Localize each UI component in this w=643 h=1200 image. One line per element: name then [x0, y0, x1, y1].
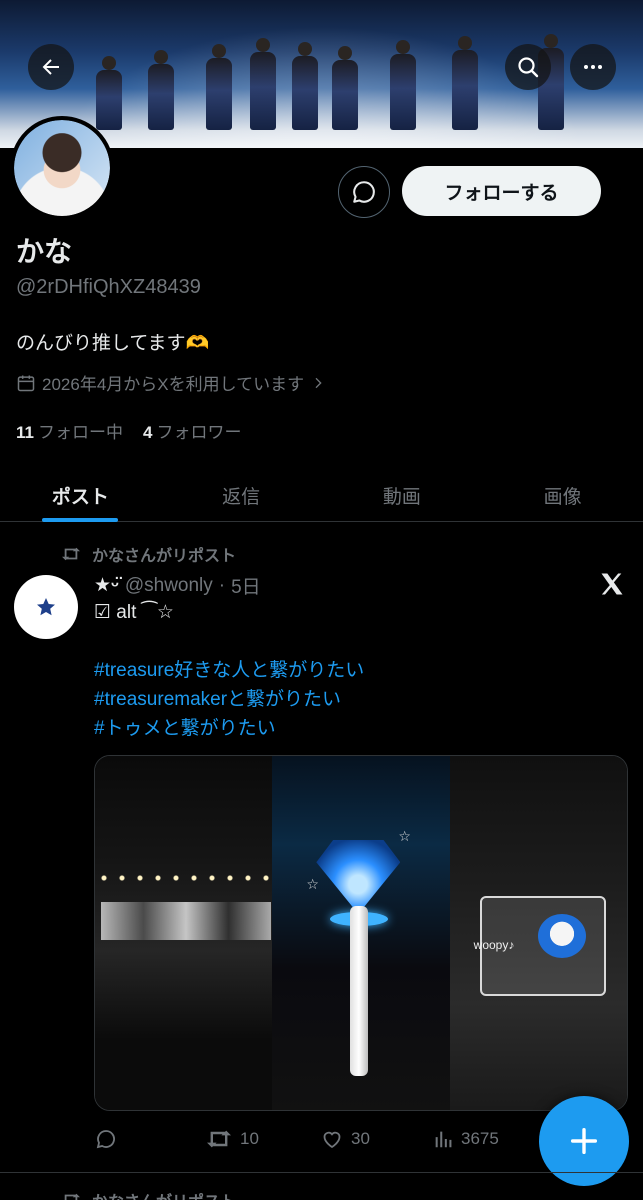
media-image-concert[interactable]: [95, 756, 273, 1110]
repost-icon: [207, 1130, 231, 1148]
more-button[interactable]: [570, 44, 616, 90]
repost-indicator[interactable]: かなさんがリポスト: [60, 1188, 236, 1200]
tab-replies[interactable]: 返信: [161, 470, 322, 521]
follow-button[interactable]: フォローする: [402, 166, 601, 216]
like-button[interactable]: 30: [319, 1127, 433, 1151]
banner-figure: [292, 42, 318, 130]
following-label: フォロー中: [37, 423, 123, 442]
sparkle-icon: ☆: [398, 828, 411, 844]
media-caption: woopy♪: [473, 938, 515, 952]
repost-label: かなさんがリポスト: [92, 548, 237, 565]
banner-figure: [96, 56, 122, 130]
tab-label: 動画: [382, 487, 421, 508]
x-logo-icon[interactable]: [598, 570, 626, 598]
profile-avatar[interactable]: [10, 116, 114, 220]
post-time: 5日: [231, 577, 261, 598]
hashtag-link[interactable]: #treasure好きな人と繋がりたい: [94, 656, 364, 685]
back-button[interactable]: [28, 44, 74, 90]
avatar-image: [14, 120, 110, 216]
repost-indicator[interactable]: かなさんがリポスト: [60, 542, 236, 566]
hashtag-link[interactable]: #treasuremakerと繋がりたい: [94, 685, 364, 714]
banner-figure: [250, 38, 276, 130]
calendar-icon: [17, 375, 35, 391]
post-subline: ☑ alt ⁀☆: [94, 602, 174, 623]
repost-count: 10: [240, 1129, 259, 1148]
media-image-lightstick[interactable]: ☆ ☆: [272, 756, 450, 1110]
banner-figure: [390, 40, 416, 130]
analytics-icon: [435, 1131, 452, 1148]
star-icon: [37, 598, 55, 616]
post-media-grid[interactable]: ☆ ☆ woopy♪: [94, 755, 628, 1111]
plus-icon: [570, 1127, 598, 1155]
like-count: 30: [351, 1129, 370, 1148]
post-header: ★ᵕ̈ @shwonly · 5日: [94, 572, 261, 599]
views-count: 3675: [461, 1129, 499, 1148]
active-tab-indicator: [42, 518, 119, 522]
stage-lights: [95, 874, 273, 882]
post-author-name[interactable]: ★ᵕ̈: [94, 574, 119, 597]
tab-label: ポスト: [51, 487, 109, 508]
profile-name: かな: [16, 236, 73, 267]
post-divider: [0, 1172, 643, 1173]
more-horizontal-icon: [584, 65, 602, 69]
lightstick-gem: [316, 840, 401, 914]
sparkle-icon: ☆: [306, 876, 319, 892]
chat-bubble-icon: [353, 181, 375, 203]
media-image-merch[interactable]: woopy♪: [449, 756, 627, 1110]
banner-figure: [332, 46, 358, 130]
banner-figure: [148, 50, 174, 130]
arrow-left-icon: [42, 59, 59, 75]
hashtag-link[interactable]: #トゥメと繋がりたい: [94, 714, 364, 743]
heart-icon: [323, 1131, 341, 1149]
followers-count: 4: [142, 423, 153, 442]
views-button[interactable]: 3675: [433, 1128, 533, 1150]
repost-button[interactable]: 10: [204, 1127, 319, 1151]
joined-text: 2026年4月からXを利用しています: [42, 375, 305, 394]
post-author-avatar[interactable]: [14, 575, 78, 639]
chevron-right-icon: [315, 377, 322, 388]
reply-icon: [96, 1130, 115, 1149]
tab-label: 画像: [543, 487, 582, 508]
tab-videos[interactable]: 動画: [322, 470, 483, 521]
post-author-handle[interactable]: @shwonly: [125, 575, 213, 597]
tab-images[interactable]: 画像: [482, 470, 643, 521]
followers-label: フォロワー: [156, 423, 242, 442]
banner-figure: [452, 36, 478, 130]
profile-handle: @2rDHfiQhXZ48439: [16, 276, 201, 298]
followers-link[interactable]: 4 フォロワー: [143, 418, 241, 443]
banner-figure: [206, 44, 232, 130]
reply-button[interactable]: [94, 1127, 204, 1151]
following-count: 11: [16, 423, 34, 442]
follow-stats: 11 フォロー中 4 フォロワー: [16, 418, 241, 443]
profile-tabs: ポスト 返信 動画 画像: [0, 470, 643, 522]
following-link[interactable]: 11 フォロー中: [16, 418, 123, 443]
tab-posts[interactable]: ポスト: [0, 470, 161, 522]
plush-figure: [537, 914, 586, 958]
profile-banner[interactable]: [0, 0, 643, 148]
search-icon: [518, 57, 539, 78]
post-text: #treasure好きな人と繋がりたい #treasuremakerと繋がりたい…: [94, 656, 364, 743]
repost-icon: [64, 1193, 80, 1200]
profile-bio: のんびり推してます🫶: [16, 333, 210, 354]
repost-label: かなさんがリポスト: [92, 1188, 236, 1200]
message-button[interactable]: [338, 166, 390, 218]
joined-date-row[interactable]: 2026年4月からXを利用しています: [16, 370, 326, 395]
tab-label: 返信: [222, 487, 261, 508]
stage-screen: [101, 902, 271, 940]
post-actions: 10 30 3675: [94, 1122, 534, 1156]
repost-icon: [62, 547, 80, 561]
search-button[interactable]: [505, 44, 551, 90]
post-separator: ·: [218, 574, 226, 596]
lightstick-handle: [350, 906, 369, 1076]
